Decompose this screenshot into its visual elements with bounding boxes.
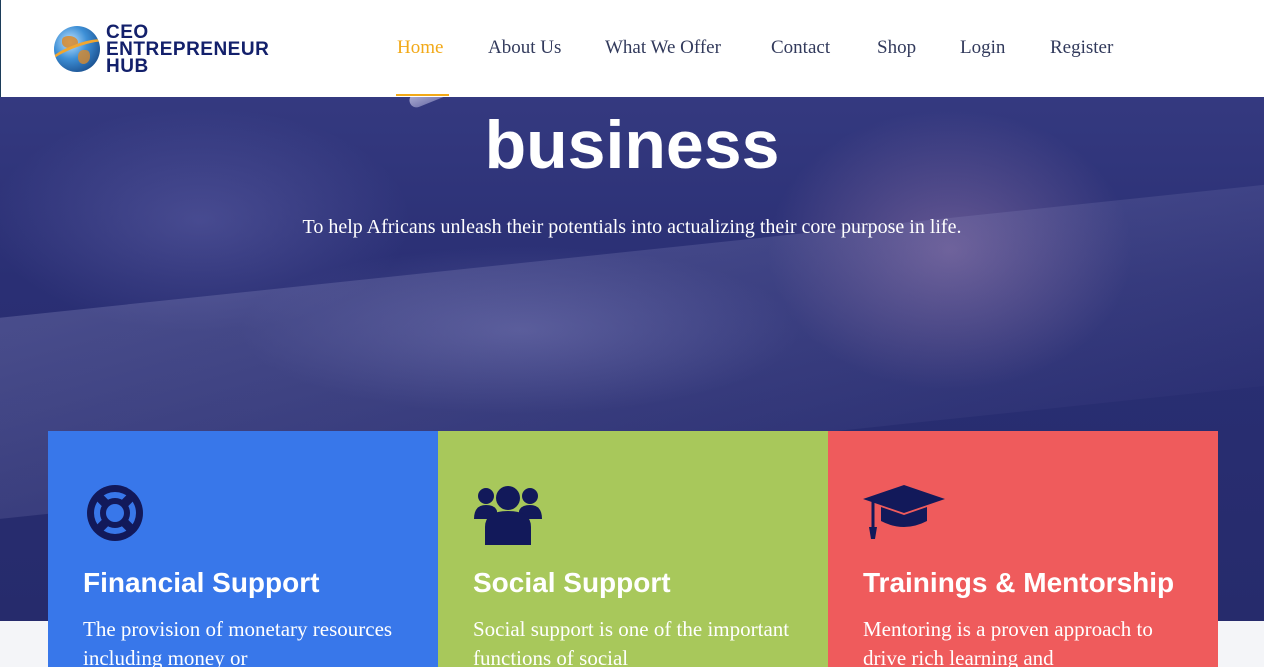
site-header: CEO ENTREPRENEUR HUB Home About Us What … xyxy=(0,0,1264,97)
feature-text: Social support is one of the important f… xyxy=(473,617,790,667)
life-ring-icon xyxy=(87,485,143,541)
nav-active-indicator xyxy=(396,94,449,96)
nav-contact[interactable]: Contact xyxy=(771,37,830,59)
nav-home[interactable]: Home xyxy=(397,37,443,59)
nav-about-us[interactable]: About Us xyxy=(488,37,561,59)
feature-title: Trainings & Mentorship xyxy=(863,567,1175,598)
nav-register[interactable]: Register xyxy=(1050,37,1113,59)
hero-title: business xyxy=(484,107,780,183)
users-icon xyxy=(474,486,542,545)
feature-title: Financial Support xyxy=(83,567,320,598)
feature-text: Mentoring is a proven approach to drive … xyxy=(863,617,1153,667)
feature-card-social-support: Social Support Social support is one of … xyxy=(438,431,828,667)
nav-shop[interactable]: Shop xyxy=(877,37,916,59)
feature-title: Social Support xyxy=(473,567,671,598)
main-nav: Home About Us What We Offer Contact Shop… xyxy=(1,0,1264,97)
feature-text: The provision of monetary resources incl… xyxy=(83,617,393,667)
feature-card-trainings-mentorship: Trainings & Mentorship Mentoring is a pr… xyxy=(828,431,1218,667)
feature-card-financial-support: Financial Support The provision of monet… xyxy=(48,431,438,667)
graduation-cap-icon xyxy=(863,485,945,539)
nav-login[interactable]: Login xyxy=(960,37,1005,59)
nav-what-we-offer[interactable]: What We Offer xyxy=(605,37,721,59)
hero-subtitle: To help Africans unleash their potential… xyxy=(302,216,962,238)
